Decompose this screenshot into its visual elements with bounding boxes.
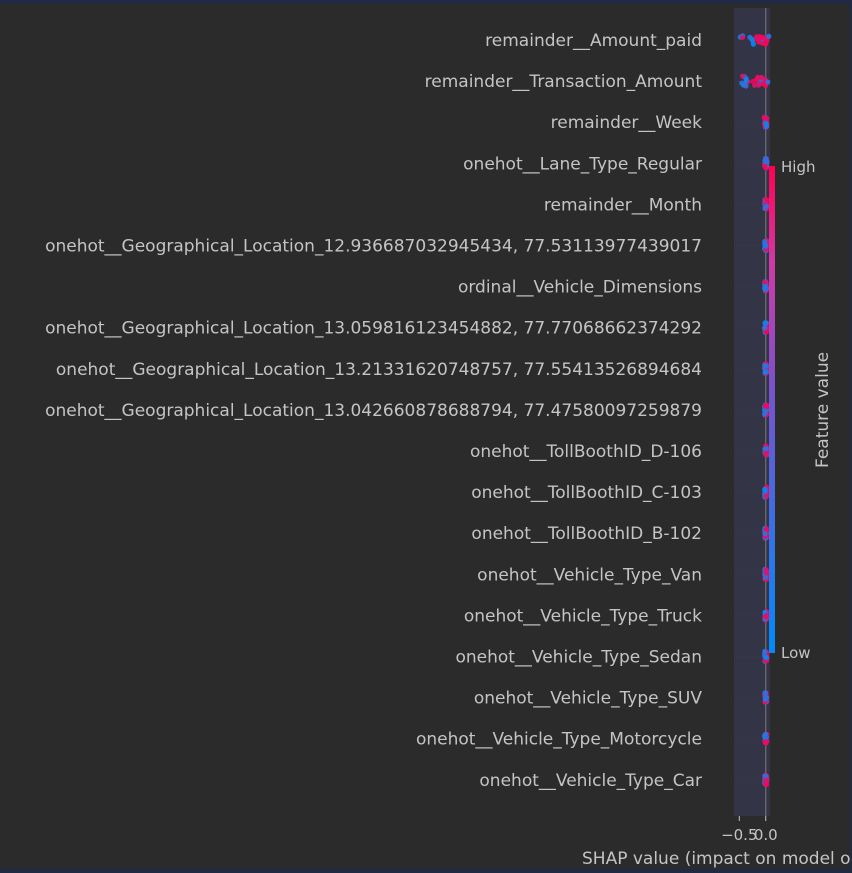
shap-point	[758, 34, 765, 40]
shap-point	[766, 33, 772, 39]
colorbar-title: Feature value	[813, 352, 833, 468]
shap-point	[764, 402, 770, 408]
shap-point	[764, 197, 770, 203]
shap-point	[763, 446, 769, 452]
feature-label: onehot__Geographical_Location_13.0426608…	[45, 401, 702, 421]
shap-point	[762, 531, 768, 537]
shap-point	[756, 81, 762, 87]
shap-point	[763, 493, 769, 499]
shap-point	[762, 410, 768, 417]
shap-summary-plot: remainder__Amount_paid remainder__Transac…	[45, 8, 850, 869]
shap-point	[743, 78, 749, 84]
feature-label: onehot__Geographical_Location_13.2133162…	[56, 360, 702, 380]
shap-point	[755, 74, 761, 80]
shap-point	[750, 41, 757, 47]
feature-label: remainder__Amount_paid	[485, 31, 702, 51]
shap-point	[762, 279, 768, 285]
feature-label: onehot__TollBoothID_C-103	[471, 483, 702, 503]
shap-point	[762, 486, 768, 492]
feature-label: remainder__Week	[551, 113, 703, 133]
feature-label: onehot__Vehicle_Type_Sedan	[455, 648, 702, 668]
shap-point	[762, 690, 768, 696]
colorbar-low-label: Low	[781, 644, 811, 662]
shap-point	[743, 83, 749, 89]
shap-point	[763, 574, 769, 581]
feature-label: onehot__Lane_Type_Regular	[463, 154, 702, 174]
shap-point	[762, 158, 768, 165]
colorbar-high-label: High	[781, 158, 815, 176]
shap-point	[765, 79, 771, 85]
shap-point	[763, 121, 769, 127]
feature-label: onehot__Vehicle_Type_SUV	[474, 689, 703, 709]
feature-label: onehot__Geographical_Location_13.0598161…	[45, 319, 702, 339]
feature-label: onehot__Vehicle_Type_Motorcycle	[416, 730, 702, 750]
feature-label: onehot__Geographical_Location_12.9366870…	[45, 237, 702, 257]
shap-point	[762, 285, 768, 291]
shap-point	[762, 369, 768, 375]
colorbar	[769, 166, 775, 653]
shap-point	[763, 320, 769, 326]
feature-label: ordinal__Vehicle_Dimensions	[458, 278, 702, 298]
shap-point	[763, 203, 770, 209]
shap-point	[763, 567, 769, 573]
shap-point	[763, 739, 769, 745]
shap-point	[739, 34, 746, 40]
x-axis-label: SHAP value (impact on model output)	[582, 849, 850, 869]
shap-point	[764, 695, 770, 701]
feature-label: onehot__TollBoothID_B-102	[471, 524, 702, 544]
feature-label: onehot__TollBoothID_D-106	[470, 442, 702, 462]
shap-point	[763, 614, 769, 620]
shap-point	[764, 115, 770, 121]
shap-point	[763, 41, 769, 47]
feature-label: remainder__Month	[544, 195, 702, 215]
shap-point	[762, 325, 768, 331]
shap-point	[763, 655, 770, 661]
x-axis-ticks: −0.50.0	[721, 816, 778, 844]
feature-labels: remainder__Amount_paid remainder__Transac…	[45, 31, 702, 791]
shap-point	[762, 648, 768, 655]
shap-point	[762, 731, 769, 738]
x-tick-label: −0.5	[721, 826, 757, 844]
feature-label: remainder__Transaction_Amount	[425, 72, 703, 92]
shap-point	[763, 778, 770, 784]
shap-point	[763, 363, 769, 369]
feature-label: onehot__Vehicle_Type_Truck	[464, 606, 702, 626]
shap-point	[747, 34, 753, 40]
chart-frame: remainder__Amount_paid remainder__Transac…	[0, 0, 852, 873]
feature-label: onehot__Vehicle_Type_Car	[479, 771, 702, 791]
shap-point	[740, 73, 746, 79]
x-tick-label: 0.0	[754, 826, 778, 844]
feature-label: onehot__Vehicle_Type_Van	[477, 565, 702, 585]
shap-point	[763, 243, 769, 249]
